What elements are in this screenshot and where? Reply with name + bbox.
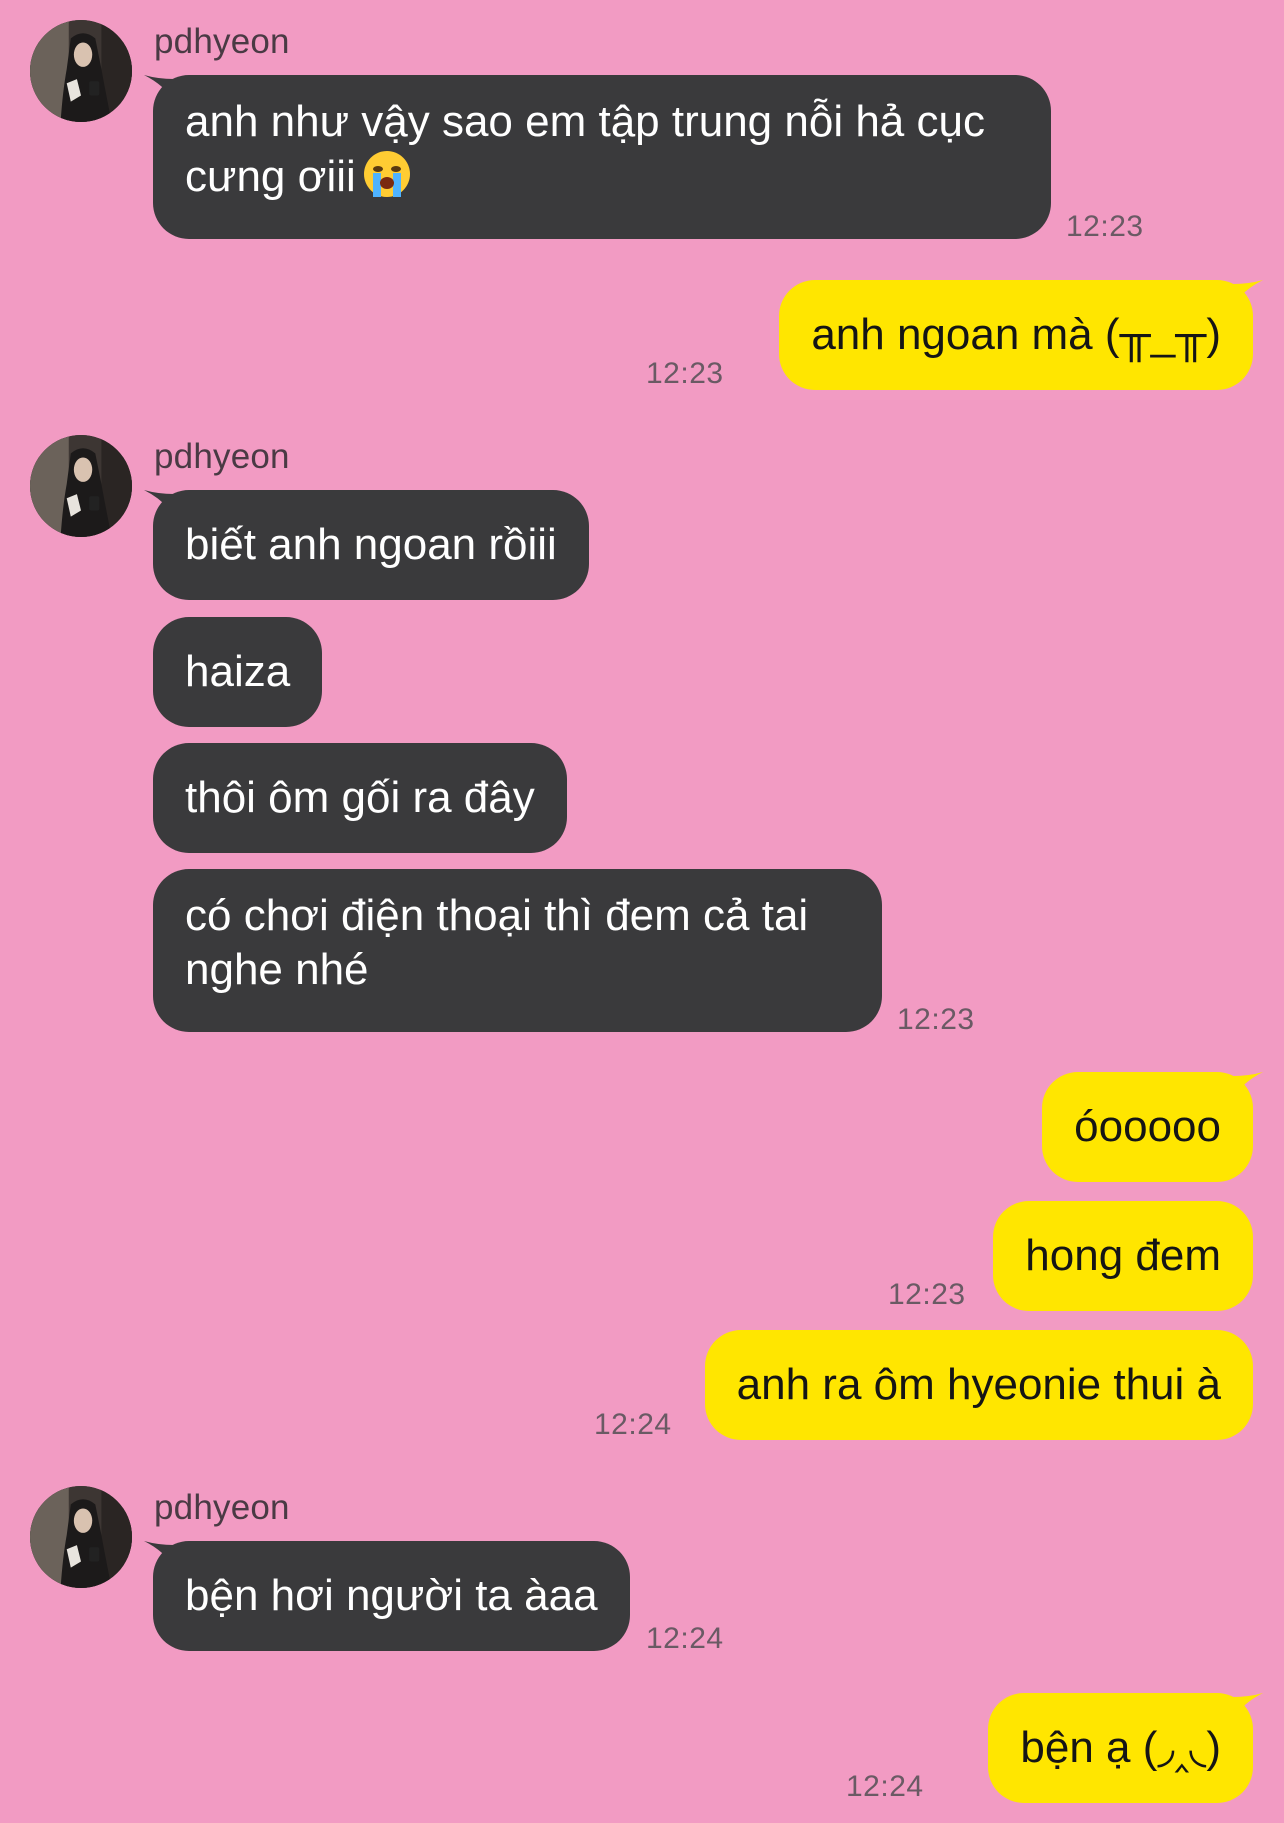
sender-name: pdhyeon bbox=[154, 22, 290, 61]
message-timestamp: 12:24 bbox=[646, 1622, 724, 1655]
contact-avatar[interactable] bbox=[30, 1486, 132, 1588]
message-text: hong đem bbox=[1025, 1231, 1221, 1280]
message-line: cưng ơiii bbox=[185, 149, 985, 204]
contact-avatar[interactable] bbox=[30, 20, 132, 122]
message-line: nghe nhé bbox=[185, 945, 369, 994]
avatar-image bbox=[30, 1486, 132, 1588]
crying-face-emoji-icon bbox=[362, 149, 412, 199]
message-text: anh ngoan mà (╥_╥) bbox=[811, 310, 1221, 359]
sender-name: pdhyeon bbox=[154, 437, 290, 476]
outgoing-message-bubble[interactable]: óooooo bbox=[1042, 1072, 1253, 1182]
message-text: thôi ôm gối ra đây bbox=[185, 773, 535, 822]
outgoing-message-bubble[interactable]: anh ra ôm hyeonie thui à bbox=[704, 1330, 1253, 1440]
message-timestamp: 12:24 bbox=[846, 1770, 924, 1803]
message-text: óooooo bbox=[1074, 1102, 1221, 1151]
incoming-message-bubble[interactable]: anh như vậy sao em tập trung nỗi hả cục … bbox=[153, 75, 1051, 239]
avatar-image bbox=[30, 20, 132, 122]
outgoing-message-bubble[interactable]: bện ạ (◞‸◟) bbox=[988, 1693, 1253, 1803]
message-text: bện hơi người ta àaa bbox=[185, 1571, 598, 1620]
chat-room[interactable]: pdhyeon anh như vậy sao em tập trung nỗi… bbox=[0, 0, 1284, 1823]
message-text: biết anh ngoan rồiii bbox=[185, 520, 557, 569]
outgoing-message-bubble[interactable]: anh ngoan mà (╥_╥) bbox=[779, 280, 1253, 390]
message-text: có chơi điện thoại thì đem cả tai nghe n… bbox=[185, 889, 808, 997]
incoming-message-bubble[interactable]: biết anh ngoan rồiii bbox=[153, 490, 589, 600]
message-text: bện ạ (◞‸◟) bbox=[1020, 1723, 1221, 1772]
message-line: anh như vậy sao em tập trung nỗi hả cục bbox=[185, 97, 985, 146]
incoming-message-bubble[interactable]: có chơi điện thoại thì đem cả tai nghe n… bbox=[153, 869, 882, 1032]
message-timestamp: 12:23 bbox=[646, 357, 724, 390]
contact-avatar[interactable] bbox=[30, 435, 132, 537]
message-text: anh ra ôm hyeonie thui à bbox=[736, 1360, 1221, 1409]
incoming-message-bubble[interactable]: haiza bbox=[153, 617, 323, 727]
message-timestamp: 12:23 bbox=[897, 1003, 975, 1036]
sender-name: pdhyeon bbox=[154, 1488, 290, 1527]
avatar-image bbox=[30, 435, 132, 537]
message-text: anh như vậy sao em tập trung nỗi hả cục … bbox=[185, 95, 985, 204]
message-line: có chơi điện thoại thì đem cả tai bbox=[185, 891, 809, 940]
outgoing-message-bubble[interactable]: hong đem bbox=[993, 1201, 1253, 1311]
incoming-message-bubble[interactable]: bện hơi người ta àaa bbox=[153, 1541, 630, 1651]
message-timestamp: 12:24 bbox=[594, 1408, 672, 1441]
message-timestamp: 12:23 bbox=[1066, 210, 1144, 243]
incoming-message-bubble[interactable]: thôi ôm gối ra đây bbox=[153, 743, 567, 853]
message-text: haiza bbox=[185, 647, 291, 696]
message-timestamp: 12:23 bbox=[888, 1278, 966, 1311]
